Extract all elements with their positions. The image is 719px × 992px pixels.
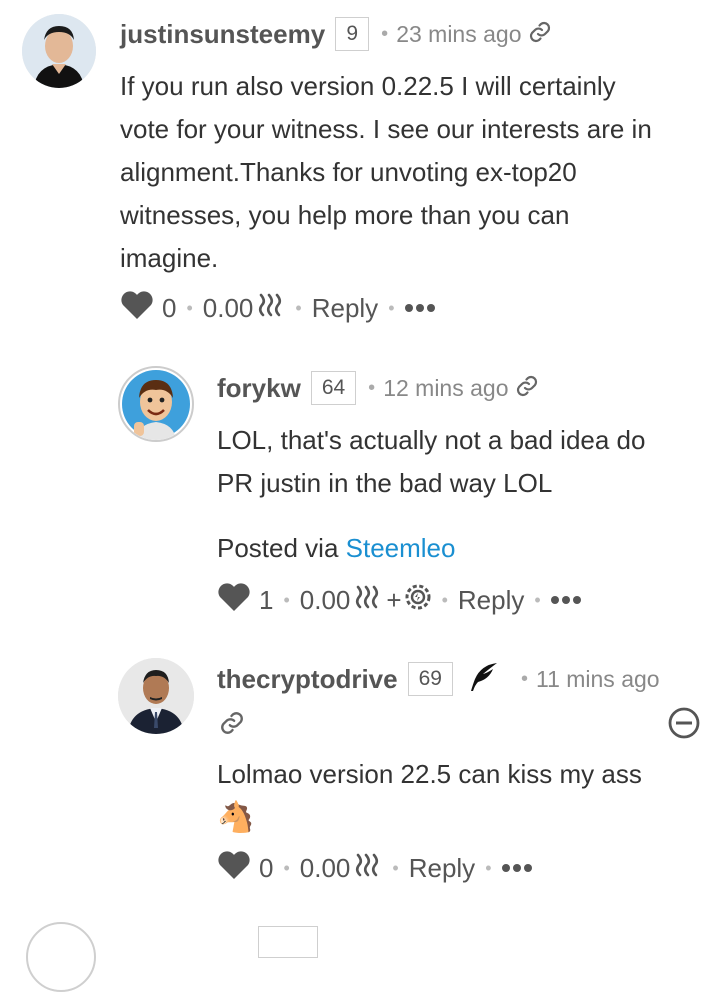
body-line: alignment.Thanks for unvoting ex-top20: [120, 157, 577, 187]
comment-body: Lolmao version 22.5 can kiss my ass 🐴: [217, 753, 697, 839]
posted-via-label: Posted via: [217, 533, 339, 563]
more-icon[interactable]: [501, 864, 532, 872]
separator-dot: •: [520, 667, 528, 690]
more-icon[interactable]: [550, 596, 581, 604]
comment-footer: 0 • 0.00 • Reply •: [217, 848, 532, 888]
vote-count[interactable]: 0: [259, 853, 273, 884]
body-line: If you run also version 0.22.5 I will ce…: [120, 71, 616, 101]
reply-button[interactable]: Reply: [312, 293, 378, 324]
timestamp[interactable]: 11 mins ago: [536, 666, 660, 693]
comment-body: LOL, that's actually not a bad idea do P…: [217, 419, 697, 570]
author-name[interactable]: forykw: [217, 373, 301, 404]
comment-header: justinsunsteemy 9 • 23 mins ago: [120, 14, 552, 54]
link-icon[interactable]: [219, 710, 245, 741]
avatar[interactable]: [118, 366, 194, 442]
steem-icon: [257, 292, 285, 325]
reply-button[interactable]: Reply: [409, 853, 475, 884]
payout-value[interactable]: 0.00: [203, 293, 254, 324]
heart-icon[interactable]: [217, 582, 251, 619]
timestamp[interactable]: 23 mins ago: [396, 21, 521, 48]
horse-emoji: 🐴: [217, 801, 255, 834]
link-icon[interactable]: [528, 20, 552, 49]
reply-button[interactable]: Reply: [458, 585, 524, 616]
settings-icon: [404, 583, 432, 618]
vote-count[interactable]: 0: [162, 293, 176, 324]
body-line: witnesses, you help more than you can: [120, 200, 570, 230]
comment-footer: 1 • 0.00 + • Reply •: [217, 580, 581, 620]
reputation-badge: 69: [407, 662, 453, 696]
author-name[interactable]: justinsunsteemy: [120, 19, 325, 50]
avatar[interactable]: [22, 14, 96, 88]
vote-count[interactable]: 1: [259, 585, 273, 616]
posted-via: Posted via Steemleo: [217, 527, 697, 570]
author-name[interactable]: thecryptodrive: [217, 664, 398, 695]
comment-link-row: [217, 706, 707, 740]
body-line: imagine.: [120, 243, 219, 273]
body-line: PR justin in the bad way LOL: [217, 468, 553, 498]
payout-value[interactable]: 0.00: [300, 853, 351, 884]
collapse-icon[interactable]: [667, 706, 701, 745]
reputation-badge: 9: [335, 17, 370, 51]
separator-dot: •: [381, 22, 389, 45]
payout-value[interactable]: 0.00: [300, 585, 351, 616]
comment-body: If you run also version 0.22.5 I will ce…: [120, 65, 700, 280]
heart-icon[interactable]: [120, 290, 154, 327]
comment-3: thecryptodrive 69 • 11 mins ago Lolmao v…: [0, 640, 719, 900]
steem-icon: [354, 852, 382, 885]
comment-header: thecryptodrive 69 • 11 mins ago: [217, 659, 660, 699]
avatar[interactable]: [118, 658, 194, 734]
posted-via-link[interactable]: Steemleo: [346, 533, 456, 563]
plus-sign: +: [386, 584, 402, 615]
steem-icon: [354, 584, 382, 617]
body-line: Lolmao version 22.5 can kiss my ass: [217, 759, 642, 789]
heart-icon[interactable]: [217, 850, 251, 887]
body-line: vote for your witness. I see our interes…: [120, 114, 652, 144]
quill-icon: [467, 661, 499, 698]
timestamp[interactable]: 12 mins ago: [383, 375, 508, 402]
comment-footer: 0 • 0.00 • Reply •: [120, 288, 435, 328]
comment-header: forykw 64 • 12 mins ago: [217, 368, 539, 408]
next-comment-avatar: [26, 922, 96, 992]
separator-dot: •: [368, 376, 376, 399]
body-line: LOL, that's actually not a bad idea do: [217, 425, 646, 455]
more-icon[interactable]: [404, 304, 435, 312]
reputation-badge: 64: [310, 371, 357, 405]
comment-2: forykw 64 • 12 mins ago LOL, that's actu…: [0, 340, 719, 640]
comment-1: justinsunsteemy 9 • 23 mins ago If you r…: [0, 0, 719, 340]
link-icon[interactable]: [515, 374, 539, 403]
